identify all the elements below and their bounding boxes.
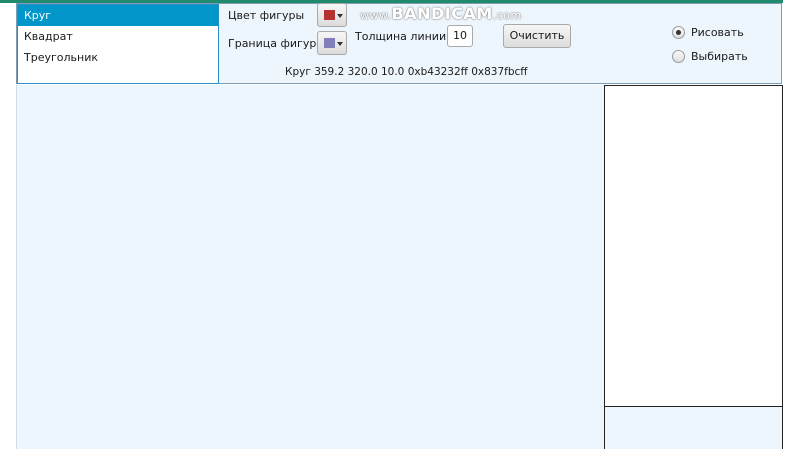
shapes-side-panel[interactable] [604,85,783,407]
select-mode-label: Выбирать [691,50,748,63]
border-color-label: Граница фигуры [228,37,326,50]
clear-button[interactable]: Очистить [503,24,571,48]
chevron-down-icon [337,14,343,18]
line-width-input[interactable]: 10 [447,25,473,47]
side-panel-footer [604,407,783,449]
radio-dot-icon [676,30,681,35]
line-width-label: Толщина линии [355,30,447,43]
border-color-picker[interactable] [317,31,347,55]
fill-color-picker[interactable] [317,3,347,27]
shape-list-item-triangle[interactable]: Треугольник [18,47,218,68]
fill-color-label: Цвет фигуры [228,9,305,22]
select-mode-radio[interactable] [672,50,685,63]
window-right-margin [783,0,800,449]
shape-list[interactable]: Круг Квадрат Треугольник [17,4,219,84]
chevron-down-icon [337,42,343,46]
drawing-canvas[interactable] [16,85,604,449]
draw-mode-radio[interactable] [672,26,685,39]
status-text: Круг 359.2 320.0 10.0 0xb43232ff 0x837fb… [285,66,528,78]
fill-color-swatch [324,10,335,20]
border-color-swatch [324,38,335,48]
draw-mode-label: Рисовать [691,26,744,39]
shape-list-item-circle[interactable]: Круг [18,5,218,26]
bandicam-watermark: www.BANDICAM.com [360,4,522,23]
shape-list-item-square[interactable]: Квадрат [18,26,218,47]
